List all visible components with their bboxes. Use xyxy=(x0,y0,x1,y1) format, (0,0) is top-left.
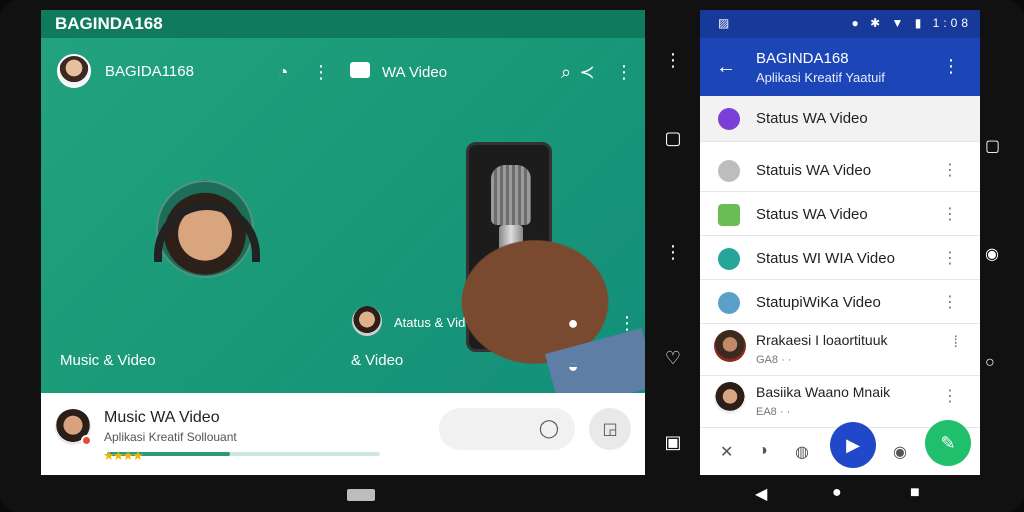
video-icon xyxy=(350,62,370,78)
list-item[interactable]: Status WI WIA Video ⋮ xyxy=(700,236,980,280)
list-item-meta: GA8 · · xyxy=(756,354,792,366)
app-title: BAGINDA168 xyxy=(55,14,163,33)
list-item[interactable]: Basiika Waano Mnaik EA8 · · ⋮ xyxy=(700,376,980,428)
list-item[interactable]: Status WA Video xyxy=(700,96,980,142)
camera-icon xyxy=(718,248,740,270)
app-header: ← BAGINDA168 Aplikasi Kreatif Yaatuif ⋮ xyxy=(700,38,980,96)
more-icon[interactable]: ⋮ xyxy=(662,50,684,72)
list-item[interactable]: StatupiWiKa Video ⋮ xyxy=(700,280,980,324)
video-label: & Video xyxy=(351,352,404,369)
list-item[interactable]: Rrakaesi I loaortituuk GA8 · · ⁞ xyxy=(700,324,980,376)
play-button[interactable]: ▶ xyxy=(830,422,876,468)
home-handle[interactable] xyxy=(347,489,375,501)
music-label: Music & Video xyxy=(60,352,156,369)
close-icon[interactable]: ✕ xyxy=(720,442,733,462)
timer-icon[interactable]: ◑ xyxy=(758,442,768,460)
avatar[interactable] xyxy=(352,306,382,336)
camera-lens-icon: ◉ xyxy=(985,246,999,263)
camera-icon xyxy=(718,292,740,314)
avatar[interactable] xyxy=(57,54,91,88)
list-item-label: Statuis WA Video xyxy=(756,162,872,179)
cast-button[interactable]: ◲ xyxy=(589,408,631,450)
play-icon: ▶ xyxy=(846,434,860,455)
status-icon[interactable]: ◔ xyxy=(271,60,295,84)
gallery-icon: ▨ xyxy=(718,16,730,30)
side-rail: ⋮ ▢ ⋮ ♡ ▣ xyxy=(650,40,696,460)
player-subtitle: Aplikasi Kreatif Sollouant xyxy=(104,430,237,444)
avatar[interactable] xyxy=(714,382,746,414)
recents-icon[interactable]: ■ xyxy=(910,484,920,502)
chat-icon xyxy=(718,160,740,182)
video-title: WA Video xyxy=(382,64,448,81)
image-icon[interactable]: ▣ xyxy=(662,432,684,454)
mic-button[interactable]: ◯ xyxy=(439,408,575,450)
list-item-meta: EA8 · · xyxy=(756,406,791,418)
list-item[interactable]: Statuis WA Video ⋮ xyxy=(700,148,980,192)
mic-head xyxy=(491,165,531,225)
status-icon xyxy=(718,108,740,130)
list-item[interactable]: Status WA Video ⋮ xyxy=(700,192,980,236)
left-panel: BAGINDA168 BAGIDA1168 ◔ ⋮ WA Video ⌕ ≺ ⋮… xyxy=(41,10,645,475)
list-item-label: Status WA Video xyxy=(756,110,868,127)
more-icon[interactable]: ⋮ xyxy=(942,386,958,406)
player-title: Music WA Video xyxy=(104,409,220,426)
cast-icon: ◲ xyxy=(602,421,618,438)
status-time-group: ● ✱ ▼ ▮ 1:08 xyxy=(851,16,972,30)
list-item-label: StatupiWiKa Video xyxy=(756,294,881,311)
more-icon[interactable]: ⁞ xyxy=(954,334,958,352)
tablet-device: BAGINDA168 BAGIDA1168 ◔ ⋮ WA Video ⌕ ≺ ⋮… xyxy=(0,0,1024,512)
back-icon[interactable]: ◀ xyxy=(755,484,767,504)
square-icon[interactable]: ▢ xyxy=(985,136,1000,156)
back-icon[interactable]: ← xyxy=(716,56,736,79)
gif-icon[interactable]: ◍ xyxy=(795,442,809,462)
headphones-graphic xyxy=(154,202,260,262)
more-icon[interactable]: ⋮ xyxy=(615,311,639,335)
list-item-label: Status WA Video xyxy=(756,206,868,223)
app-title-bar: BAGINDA168 xyxy=(41,10,645,38)
more-icon[interactable]: ⋮ xyxy=(309,60,333,84)
share-icon[interactable]: ≺ xyxy=(575,60,599,84)
more-icon[interactable]: ⋮ xyxy=(662,242,684,264)
more-icon[interactable]: ⋮ xyxy=(612,60,636,84)
compose-icon: ✎ xyxy=(940,432,956,453)
page-title: BAGINDA168 xyxy=(756,50,849,67)
avatar[interactable] xyxy=(714,330,746,362)
music-player[interactable]: Music WA Video Aplikasi Kreatif Sollouan… xyxy=(41,393,645,475)
status-time: 1:08 xyxy=(932,16,972,30)
right-panel: ▨ ● ✱ ▼ ▮ 1:08 ← BAGINDA168 Aplikasi Kre… xyxy=(700,10,980,475)
video-icon xyxy=(718,204,740,226)
status-bar: ▨ ● ✱ ▼ ▮ 1:08 xyxy=(700,10,980,38)
home-icon[interactable]: ● xyxy=(832,484,842,502)
chat-header[interactable]: BAGIDA1168 xyxy=(57,54,194,88)
chat-name: BAGIDA1168 xyxy=(105,62,194,80)
chat-icon[interactable]: ◉ xyxy=(893,442,907,462)
progress-bar[interactable] xyxy=(107,452,380,456)
status-badge xyxy=(81,435,92,446)
mic-icon: ◯ xyxy=(538,418,559,438)
list-item-label: Basiika Waano Mnaik xyxy=(756,384,891,400)
bubble-icon[interactable]: ◒ xyxy=(561,354,585,378)
edit-icon[interactable]: ▢ xyxy=(662,128,684,150)
more-icon[interactable]: ⋮ xyxy=(942,56,960,77)
rating-stars: ★★★★ xyxy=(103,448,144,463)
more-icon[interactable]: ⋮ xyxy=(942,292,958,312)
more-icon[interactable]: ⋮ xyxy=(942,160,958,180)
more-icon[interactable]: ⋮ xyxy=(942,248,958,268)
circle-icon[interactable]: ○ xyxy=(985,354,995,372)
compose-button[interactable]: ✎ xyxy=(925,420,971,466)
more-icon[interactable]: ⋮ xyxy=(942,204,958,224)
list-item-label: Rrakaesi I loaortituuk xyxy=(756,332,888,348)
eye-icon[interactable]: ● xyxy=(561,311,585,335)
heart-icon[interactable]: ♡ xyxy=(662,348,684,370)
nav-bar: ◀ ● ■ xyxy=(700,484,980,508)
mini-label: Atatus & Vid xyxy=(394,315,466,330)
portrait-image xyxy=(154,180,260,278)
page-subtitle: Aplikasi Kreatif Yaatuif xyxy=(756,70,885,85)
list-item-label: Status WI WIA Video xyxy=(756,250,895,267)
